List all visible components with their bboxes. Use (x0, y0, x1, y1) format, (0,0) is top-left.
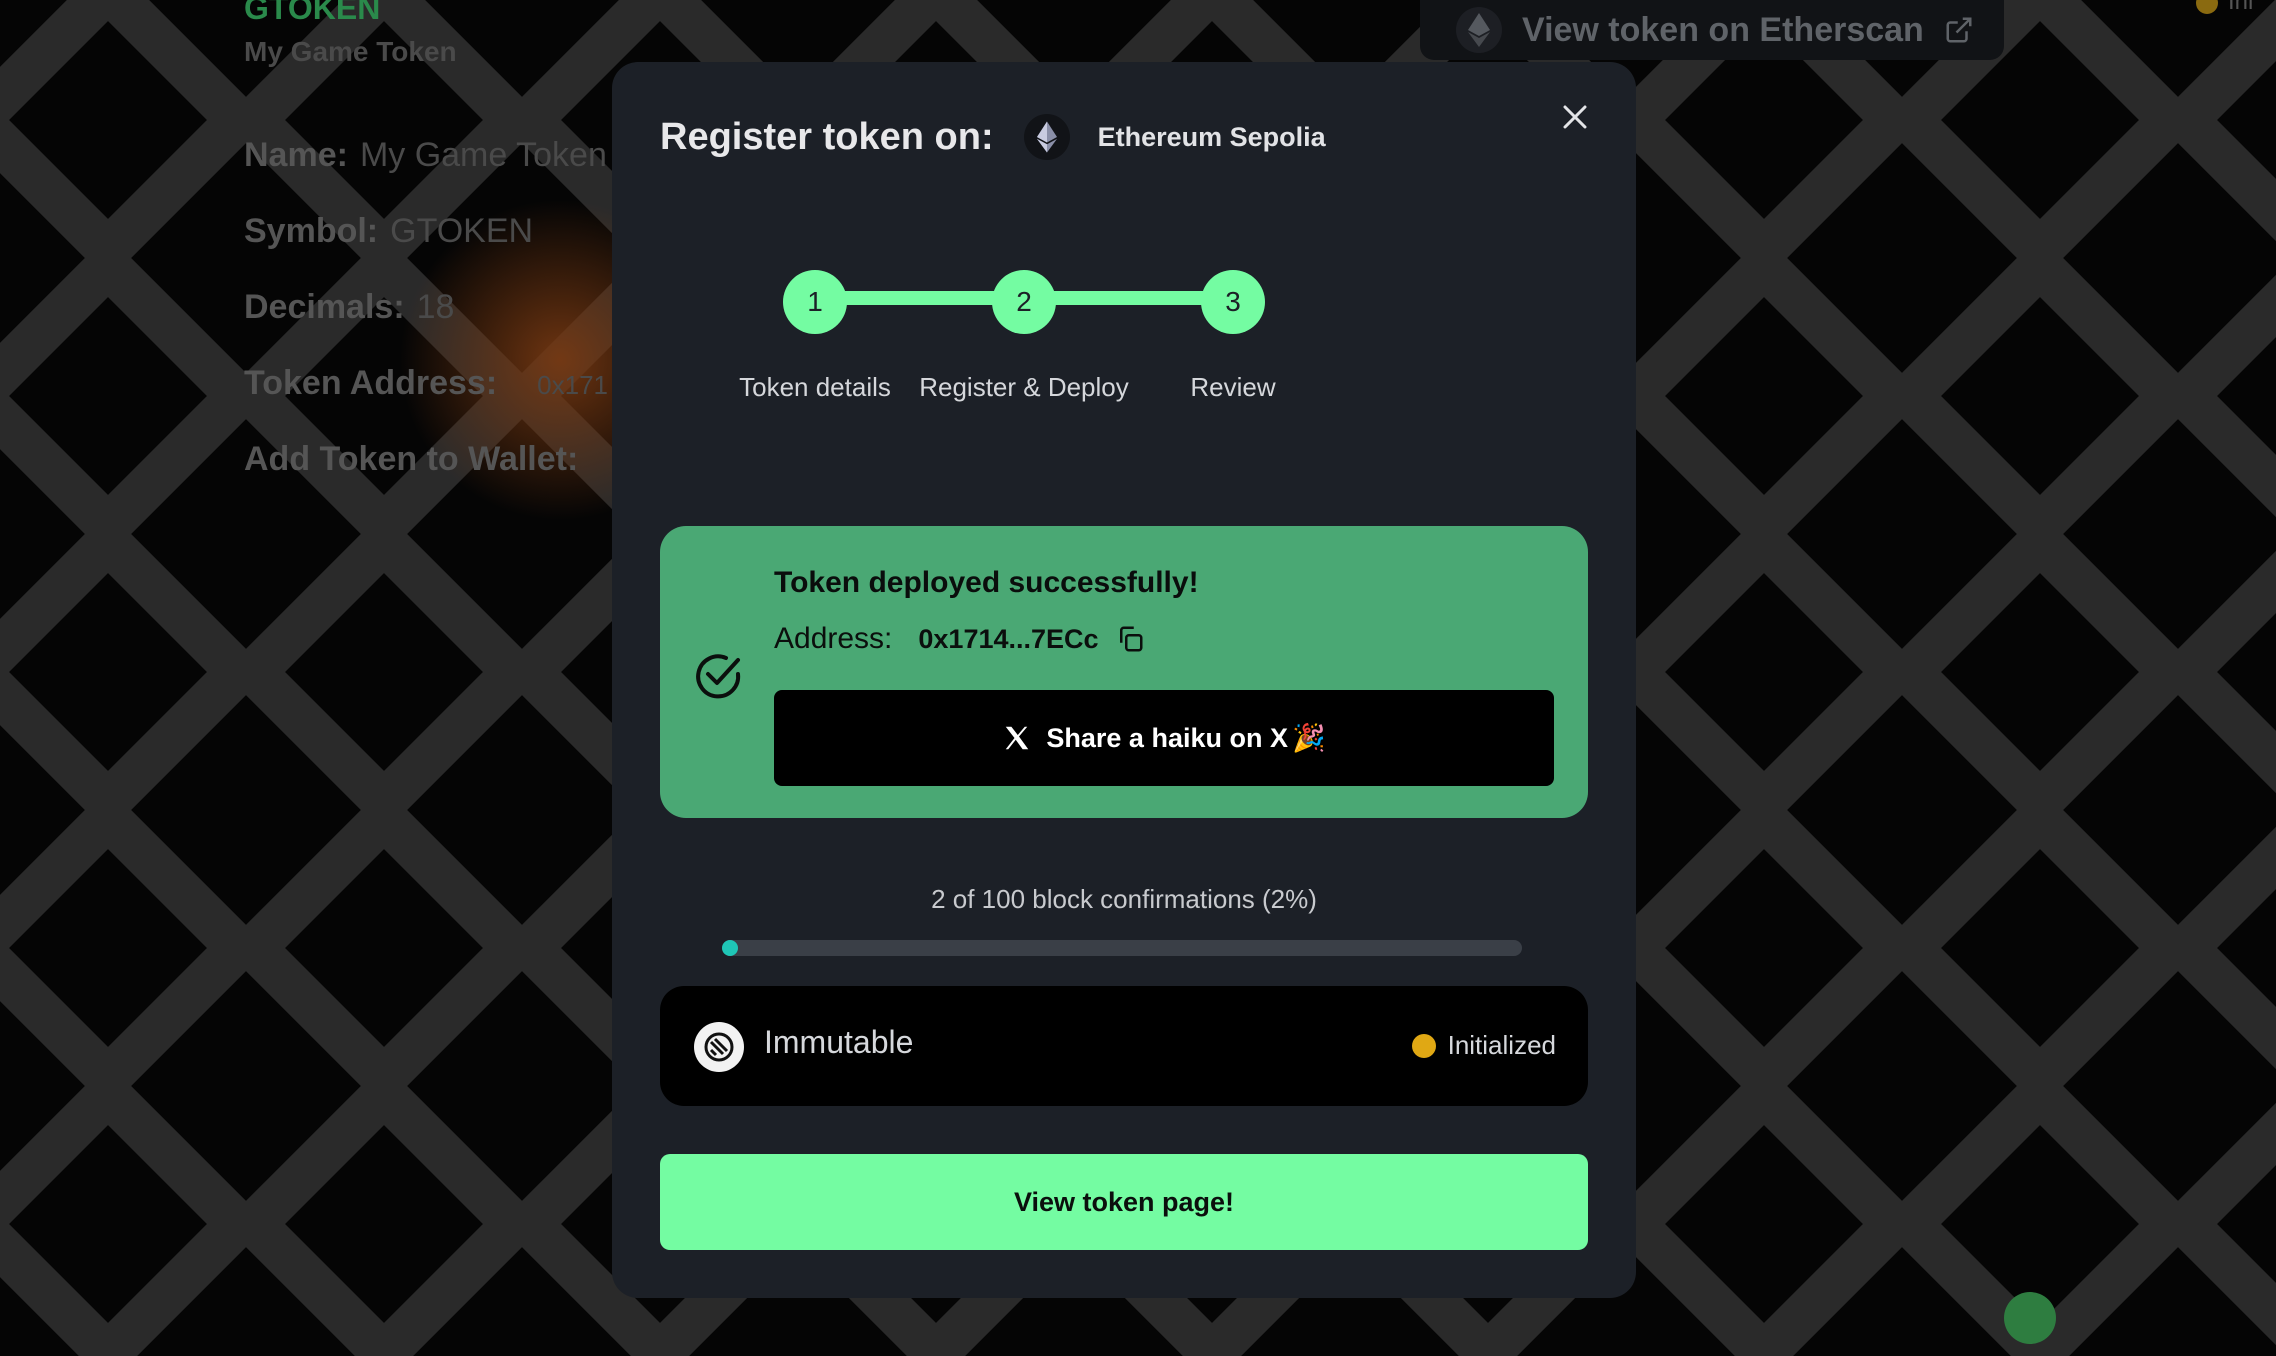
address-label: Address: (774, 622, 893, 655)
bg-help-bubble (2004, 1292, 2056, 1344)
provider-row: Immutable Initialized (660, 986, 1588, 1106)
progress-stepper: 1 2 3 Token details Register & Deploy Re… (612, 260, 1636, 410)
register-token-modal: Register token on: Ethereum Sepolia 1 2 … (612, 62, 1636, 1298)
copy-icon[interactable] (1115, 624, 1145, 654)
bg-field-address: Token Address: 0x171 (244, 364, 609, 402)
step-1-circle: 1 (783, 270, 847, 334)
bg-corner-text: Ini (2228, 0, 2254, 15)
bg-field-symbol: Symbol: GTOKEN (244, 212, 534, 250)
bg-field-decimals: Decimals: 18 (244, 288, 455, 326)
address-value: 0x1714...7ECc (918, 623, 1099, 654)
ethereum-icon (1456, 7, 1502, 53)
bg-token-title: My Game Token (244, 36, 457, 67)
block-confirmations-text: 2 of 100 block confirmations (2%) (931, 884, 1317, 914)
deploy-success-card: Token deployed successfully! Address: 0x… (660, 526, 1588, 818)
step-2-circle: 2 (992, 270, 1056, 334)
chain-name: Ethereum Sepolia (1097, 121, 1326, 152)
share-label: Share a haiku on X (1046, 722, 1288, 753)
status-dot (1411, 1033, 1436, 1058)
bg-field-add-wallet: Add Token to Wallet: (244, 440, 579, 478)
party-icon: 🎉 (1291, 723, 1326, 753)
close-icon (1563, 105, 1587, 129)
status-label: Initialized (1447, 1030, 1556, 1060)
external-link-icon (1946, 17, 1972, 43)
immutable-logo-icon (694, 1022, 744, 1072)
modal-title: Register token on: (660, 115, 994, 158)
bg-token-symbol: GTOKEN (244, 0, 381, 26)
x-logo-icon (1006, 726, 1029, 750)
view-token-page-button[interactable]: View token page! (660, 1154, 1588, 1250)
check-circle-icon (696, 654, 741, 699)
bg-etherscan-link: View token on Etherscan (1420, 0, 2004, 60)
confirmations-progress-fill (722, 940, 738, 956)
share-haiku-button[interactable]: Share a haiku on X 🎉 (774, 690, 1554, 786)
bg-status-dot (2196, 0, 2218, 14)
provider-name: Immutable (764, 1024, 914, 1060)
confirmations-progress-bar (722, 940, 1522, 956)
modal-header: Register token on: Ethereum Sepolia (660, 102, 1326, 172)
close-button[interactable] (1550, 92, 1600, 142)
step-3-label: Review (1190, 372, 1276, 402)
bg-field-name: Name: My Game Token (244, 136, 607, 174)
step-3-circle: 3 (1201, 270, 1265, 334)
success-title: Token deployed successfully! (774, 566, 1199, 599)
ethereum-icon (1023, 114, 1070, 160)
address-row: Address: 0x1714...7ECc (774, 622, 1145, 656)
provider-status: Initialized (1411, 1030, 1556, 1061)
